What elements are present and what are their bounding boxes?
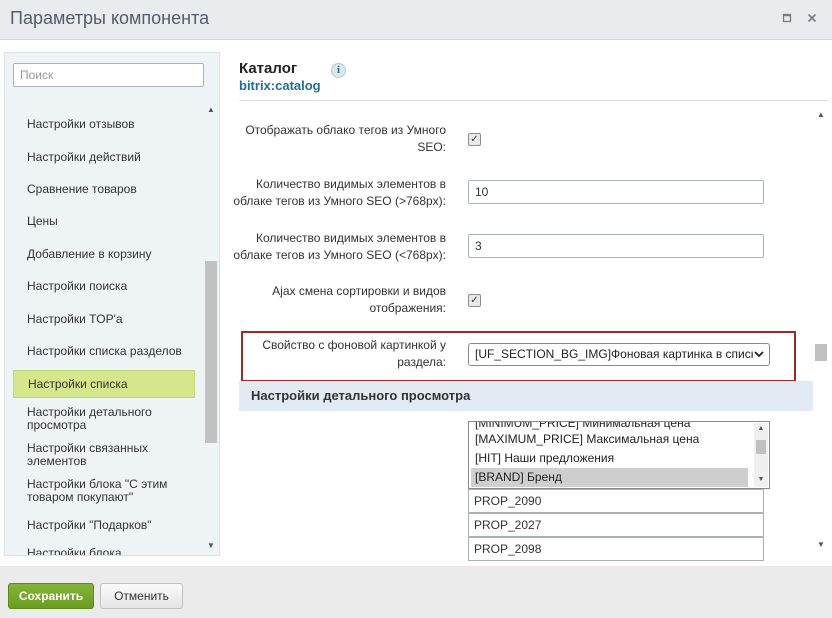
sidebar-item-add-to-cart[interactable]: Добавление в корзину [13,248,195,261]
sidebar: Настройки отзывов Настройки действий Сра… [4,52,220,556]
sidebar-scrollbar[interactable]: ▲ ▼ [204,103,218,551]
scroll-up-icon[interactable]: ▲ [756,425,766,432]
scroll-up-icon[interactable]: ▲ [206,105,216,115]
list-item-selected[interactable]: [BRAND] Бренд [471,468,748,487]
properties-listbox[interactable]: [MINIMUM_PRICE] Минимальная цена [MAXIMU… [468,421,770,489]
component-title: Каталог [239,60,298,77]
sidebar-item-related[interactable]: Настройки связанных элементов [13,442,195,468]
sidebar-item-reviews[interactable]: Настройки отзывов [13,118,195,131]
property-input[interactable]: PROP_2027 [468,513,764,537]
sidebar-item-gifts[interactable]: Настройки "Подарков" [13,519,195,532]
scroll-down-icon[interactable]: ▼ [206,541,216,551]
header-divider [239,100,829,101]
property-input[interactable]: PROP_2098 [468,537,764,561]
scroll-up-icon[interactable]: ▲ [816,110,826,119]
search-input[interactable] [13,63,204,87]
sidebar-item-actions[interactable]: Настройки действий [13,151,195,164]
sidebar-item-also-bought[interactable]: Настройки блока "С этим товаром покупают… [13,478,195,504]
window-titlebar: Параметры компонента [0,0,832,40]
section-header-detail: Настройки детального просмотра [239,381,813,411]
maximize-icon[interactable] [780,12,794,26]
sidebar-item-block[interactable]: Настройки блока [13,547,195,556]
scrollbar-thumb[interactable] [815,344,827,361]
scroll-down-icon[interactable]: ▼ [816,540,826,549]
sidebar-item-prices[interactable]: Цены [13,215,195,228]
dialog-body: Настройки отзывов Настройки действий Сра… [0,40,832,566]
sidebar-item-section-list[interactable]: Настройки списка разделов [13,345,195,358]
sidebar-item-list[interactable]: Настройки списка [13,370,195,398]
field-label-tags-count-desktop: Количество видимых элементов в облаке те… [233,177,446,208]
component-code: bitrix:catalog [239,78,321,93]
list-item[interactable]: [HIT] Наши предложения [471,449,748,468]
scrollbar-thumb[interactable] [756,440,766,454]
close-icon[interactable] [805,12,819,26]
ajax-sort-checkbox[interactable]: ✓ [468,294,481,307]
field-label-section-bg: Свойство с фоновой картинкой у раздела: [262,338,446,369]
sidebar-item-top[interactable]: Настройки TOP'а [13,313,195,326]
window-title: Параметры компонента [10,8,210,28]
field-label-tags-cloud: Отображать облако тегов из Умного SEO: [245,123,446,154]
field-label-ajax-sort: Ajax смена сортировки и видов отображени… [272,284,446,315]
tags-cloud-checkbox[interactable]: ✓ [468,133,481,146]
cancel-button[interactable]: Отменить [100,583,183,609]
sidebar-item-search[interactable]: Настройки поиска [13,280,195,293]
save-button[interactable]: Сохранить [8,583,94,609]
scrollbar-thumb[interactable] [205,261,217,443]
sidebar-item-compare[interactable]: Сравнение товаров [13,183,195,196]
listbox-scrollbar[interactable]: ▲ ▼ [754,423,768,487]
field-label-tags-count-mobile: Количество видимых элементов в облаке те… [233,231,446,262]
property-input[interactable]: PROP_2090 [468,489,764,513]
dialog-footer: Сохранить Отменить [0,566,832,618]
scroll-down-icon[interactable]: ▼ [756,476,766,483]
tags-count-desktop-input[interactable]: 10 [468,180,764,204]
info-icon[interactable]: i [331,63,346,78]
tags-count-mobile-input[interactable]: 3 [468,234,764,258]
list-item[interactable]: [MAXIMUM_PRICE] Максимальная цена [471,430,748,449]
chevron-down-icon [753,344,765,365]
sidebar-item-detail[interactable]: Настройки детального просмотра [13,406,195,432]
content-scrollbar[interactable]: ▲ ▼ [813,110,829,554]
section-bg-select[interactable]: [UF_SECTION_BG_IMG]Фоновая картинка в сп… [468,343,770,366]
